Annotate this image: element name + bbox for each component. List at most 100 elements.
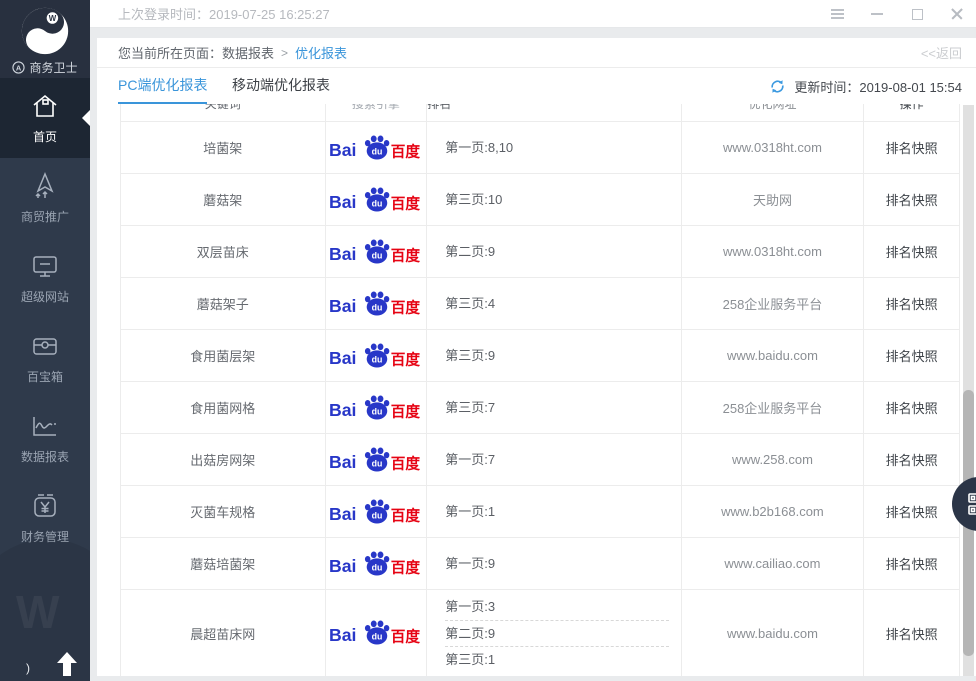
snapshot-link[interactable]: 排名快照 — [864, 330, 959, 381]
ranking-value: 第一页:8,10 — [445, 135, 668, 161]
maximize-button[interactable] — [910, 7, 924, 21]
close-button[interactable] — [950, 7, 964, 21]
website-cell: www.0318ht.com — [682, 122, 865, 173]
window-controls — [830, 0, 970, 28]
ranking-cell: 第三页:4 — [427, 278, 681, 329]
svg-text:Bai: Bai — [329, 243, 356, 263]
minimize-button[interactable] — [870, 7, 884, 21]
search-engine-cell: Bai du 百度 — [326, 590, 428, 676]
breadcrumb-section: 数据报表 — [222, 43, 274, 62]
website-cell: www.0318ht.com — [682, 226, 865, 277]
menu-button[interactable] — [830, 7, 844, 21]
column-header: 搜索引擎 — [326, 104, 428, 121]
svg-text:百度: 百度 — [391, 350, 421, 368]
website-cell: www.baidu.com — [682, 590, 865, 676]
content-panel: 您当前所在页面： 数据报表 > 优化报表 <<返回 PC端优化报表 移动端优化报… — [97, 38, 976, 676]
close-icon — [951, 8, 963, 20]
sidebar: W A 商务卫士 首页 商贸推广 — [0, 0, 90, 681]
brand-shield-icon: A — [12, 61, 25, 74]
refresh-icon[interactable] — [769, 78, 786, 95]
sidebar-watermark-letter: W — [16, 585, 59, 639]
ranking-cell: 第三页:9 — [427, 330, 681, 381]
table-header: 关键词 搜索引擎 排名 优化网址 操作 — [121, 104, 959, 121]
svg-text:Bai: Bai — [329, 555, 356, 575]
hamburger-icon — [831, 13, 844, 15]
search-engine-cell: Bai du 百度 — [326, 434, 428, 485]
tab-pc-report[interactable]: PC端优化报表 — [118, 68, 207, 104]
website-cell: www.baidu.com — [682, 330, 865, 381]
ranking-value: 第二页:9 — [445, 620, 668, 646]
sidebar-item-promotion[interactable]: 商贸推广 — [0, 158, 90, 238]
table-row: 灭菌车规格 Bai du 百度 第一页:1 www.b2b168.com 排名快… — [121, 485, 959, 537]
sidebar-item-reports[interactable]: 数据报表 — [0, 398, 90, 478]
brand: W A 商务卫士 — [0, 0, 90, 78]
snapshot-link[interactable]: 排名快照 — [864, 382, 959, 433]
website-cell: 258企业服务平台 — [682, 382, 865, 433]
sidebar-item-website[interactable]: 超级网站 — [0, 238, 90, 318]
snapshot-link[interactable]: 排名快照 — [864, 434, 959, 485]
ranking-value: 第三页:1 — [445, 646, 668, 672]
vertical-scrollbar[interactable] — [963, 105, 974, 676]
snapshot-link[interactable]: 排名快照 — [864, 486, 959, 537]
search-engine-cell: Bai du 百度 — [326, 226, 428, 277]
table-row: 培菌架 Bai du 百度 第一页:8,10 www.0318ht.com 排名… — [121, 121, 959, 173]
keyword-cell: 灭菌车规格 — [121, 486, 326, 537]
search-engine-cell: Bai du 百度 — [326, 278, 428, 329]
snapshot-link[interactable]: 排名快照 — [864, 538, 959, 589]
ranking-value: 第一页:1 — [445, 499, 668, 525]
column-header: 优化网址 — [682, 104, 865, 121]
table-body: 培菌架 Bai du 百度 第一页:8,10 www.0318ht.com 排名… — [121, 121, 959, 676]
ranking-cell: 第一页:9 — [427, 538, 681, 589]
keyword-cell: 晨超苗床网 — [121, 590, 326, 676]
back-link[interactable]: <<返回 — [921, 43, 962, 62]
breadcrumb-current: 优化报表 — [295, 43, 347, 62]
update-area: 更新时间：2019-08-01 15:54 — [769, 68, 962, 104]
svg-text:Bai: Bai — [329, 347, 356, 367]
svg-text:du: du — [371, 302, 382, 312]
breadcrumb-prefix: 您当前所在页面： — [118, 43, 222, 62]
baidu-logo-icon: Bai du 百度 — [329, 341, 423, 371]
svg-text:du: du — [371, 198, 382, 208]
ranking-value: 第三页:10 — [445, 187, 668, 213]
brand-name: 商务卫士 — [29, 59, 77, 76]
svg-text:百度: 百度 — [391, 506, 421, 524]
scroll-top-icon[interactable] — [56, 651, 78, 677]
snapshot-link[interactable]: 排名快照 — [864, 122, 959, 173]
main-area: 上次登录时间：2019-07-25 16:25:27 您当前所在页面： 数据报表… — [90, 0, 976, 681]
svg-text:W: W — [49, 14, 57, 23]
baidu-logo-icon: Bai du 百度 — [329, 618, 423, 648]
snapshot-link[interactable]: 排名快照 — [864, 174, 959, 225]
keyword-cell: 食用菌层架 — [121, 330, 326, 381]
ranking-value: 第一页:3 — [445, 594, 668, 620]
report-icon — [30, 411, 60, 441]
tab-bar: PC端优化报表 移动端优化报表 更新时间：2019-08-01 15:54 — [97, 68, 976, 104]
report-table: 关键词 搜索引擎 排名 优化网址 操作 培菌架 Bai du 百度 第一页: — [120, 104, 960, 676]
sidebar-item-label: 百宝箱 — [27, 368, 63, 385]
minimize-icon — [871, 13, 883, 15]
snapshot-link[interactable]: 排名快照 — [864, 226, 959, 277]
baidu-logo-icon: Bai du 百度 — [329, 185, 423, 215]
svg-text:Bai: Bai — [329, 503, 356, 523]
baidu-logo-icon: Bai du 百度 — [329, 497, 423, 527]
baidu-logo-icon: Bai du 百度 — [329, 549, 423, 579]
search-engine-cell: Bai du 百度 — [326, 538, 428, 589]
website-cell: www.b2b168.com — [682, 486, 865, 537]
svg-text:百度: 百度 — [391, 558, 421, 576]
keyword-cell: 蘑菇架 — [121, 174, 326, 225]
search-engine-cell: Bai du 百度 — [326, 330, 428, 381]
sidebar-footer-char: ) — [26, 661, 30, 675]
snapshot-link[interactable]: 排名快照 — [864, 278, 959, 329]
search-engine-cell: Bai du 百度 — [326, 174, 428, 225]
tab-mobile-report[interactable]: 移动端优化报表 — [232, 68, 330, 104]
table-row: 蘑菇架 Bai du 百度 第三页:10 天助网 排名快照 — [121, 173, 959, 225]
table-row: 食用菌网格 Bai du 百度 第三页:7 258企业服务平台 排名快照 — [121, 381, 959, 433]
ranking-value: 第三页:7 — [445, 395, 668, 421]
app-logo-icon: W — [20, 6, 70, 56]
keyword-cell: 培菌架 — [121, 122, 326, 173]
sidebar-item-home[interactable]: 首页 — [0, 78, 90, 158]
keyword-cell: 双层苗床 — [121, 226, 326, 277]
sidebar-item-toolbox[interactable]: 百宝箱 — [0, 318, 90, 398]
keyword-cell: 蘑菇架子 — [121, 278, 326, 329]
snapshot-link[interactable]: 排名快照 — [864, 590, 959, 676]
active-notch — [82, 110, 90, 126]
